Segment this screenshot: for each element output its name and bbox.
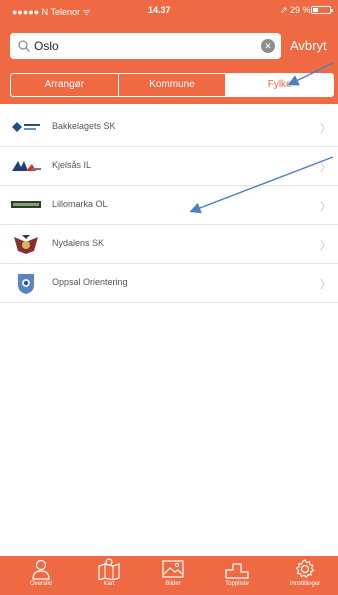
chevron-right-icon: 〉 [320, 162, 331, 174]
segment-kommune[interactable]: Kommune [119, 74, 227, 96]
list-item[interactable]: Oppsal Orientering 〉 [0, 264, 338, 303]
tab-toppliste[interactable]: Toppliste [212, 558, 262, 587]
club-list: Bakkelagets SK 〉 Kjelsås IL 〉 Lillomarka… [0, 108, 338, 303]
search-input[interactable] [34, 37, 244, 55]
segment-fylke[interactable]: Fylke [226, 74, 333, 96]
chevron-right-icon: 〉 [320, 123, 331, 135]
club-name: Oppsal Orientering [52, 277, 128, 287]
club-name: Kjelsås IL [52, 160, 92, 170]
segment-arranger[interactable]: Arrangør [11, 74, 119, 96]
person-icon [32, 559, 50, 580]
status-bar: ●●●●● N Telenor ᯤ 14.37 ⇗ 29 % [0, 0, 338, 20]
clear-search-icon[interactable]: ✕ [261, 39, 275, 53]
tab-label: Toppliste [225, 581, 249, 587]
chevron-right-icon: 〉 [320, 279, 331, 291]
battery-icon [311, 6, 333, 14]
tab-kart[interactable]: Kart [84, 558, 134, 587]
tab-label: Innstillinger [289, 581, 321, 587]
club-name: Bakkelagets SK [52, 121, 116, 131]
club-logo [14, 235, 38, 254]
chevron-right-icon: 〉 [320, 240, 331, 252]
image-icon [162, 560, 184, 578]
club-name: Lillomarka OL [52, 199, 108, 209]
club-logo [11, 201, 41, 208]
tab-innstillinger[interactable]: Innstillinger [280, 558, 330, 587]
battery-percent: ⇗ 29 % [280, 5, 311, 15]
search-field[interactable]: ✕ [10, 33, 281, 59]
chevron-right-icon: 〉 [320, 201, 331, 213]
list-item[interactable]: Nydalens SK 〉 [0, 225, 338, 264]
tab-oversikt[interactable]: Oversikt [16, 558, 66, 587]
list-item[interactable]: Bakkelagets SK 〉 [0, 108, 338, 147]
tab-label: Kart [103, 581, 115, 587]
list-item[interactable]: Lillomarka OL 〉 [0, 186, 338, 225]
tab-label: Oversikt [29, 581, 52, 587]
club-name: Nydalens SK [52, 238, 105, 248]
podium-icon [225, 563, 249, 579]
club-logo [12, 161, 41, 171]
map-icon [98, 558, 120, 580]
club-logo [12, 122, 40, 132]
carrier-text: ●●●●● N Telenor ᯤ [12, 7, 91, 17]
header: ●●●●● N Telenor ᯤ 14.37 ⇗ 29 % ✕ Avbryt … [0, 0, 338, 104]
list-item[interactable]: Kjelsås IL 〉 [0, 147, 338, 186]
tab-bar: Oversikt Kart Bilder Toppliste Innstilli… [0, 556, 338, 595]
cancel-button[interactable]: Avbryt [290, 38, 327, 53]
tab-bilder[interactable]: Bilder [148, 558, 198, 587]
clock: 14.37 [148, 5, 171, 15]
tab-label: Bilder [165, 581, 181, 587]
club-logo [18, 274, 34, 294]
filter-segmented-control: Arrangør Kommune Fylke [10, 73, 334, 97]
search-icon [18, 40, 30, 52]
gear-icon [295, 559, 315, 579]
